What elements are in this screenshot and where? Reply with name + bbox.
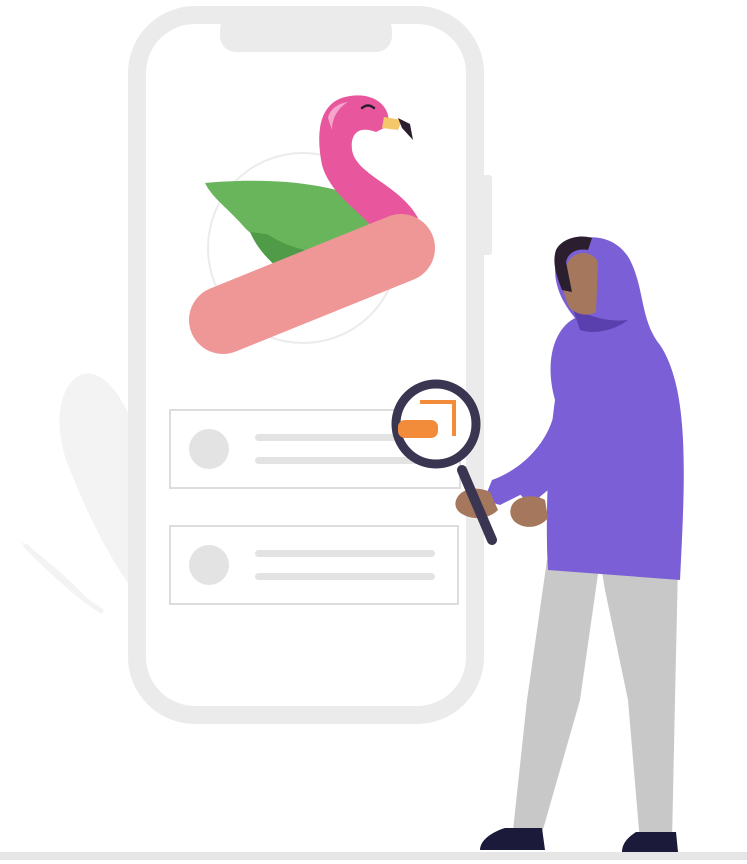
person-right-leg xyxy=(600,560,678,842)
person-hand xyxy=(510,496,548,527)
text-line-placeholder xyxy=(255,573,435,580)
avatar-placeholder xyxy=(189,545,229,585)
list-card xyxy=(169,525,459,605)
phone-mockup xyxy=(128,6,492,724)
person-left-leg xyxy=(512,560,600,840)
ground-line xyxy=(0,852,747,860)
illustration-canvas xyxy=(0,6,747,860)
person-left-shoe xyxy=(480,828,545,850)
phone-body xyxy=(128,6,484,724)
illustration-scene xyxy=(0,0,747,864)
avatar-placeholder xyxy=(189,429,229,469)
text-line-placeholder xyxy=(255,550,435,557)
phone-side-button xyxy=(482,175,492,255)
magnified-orange-bar xyxy=(398,420,438,438)
person-right-shoe xyxy=(622,832,678,852)
phone-notch xyxy=(220,14,392,52)
